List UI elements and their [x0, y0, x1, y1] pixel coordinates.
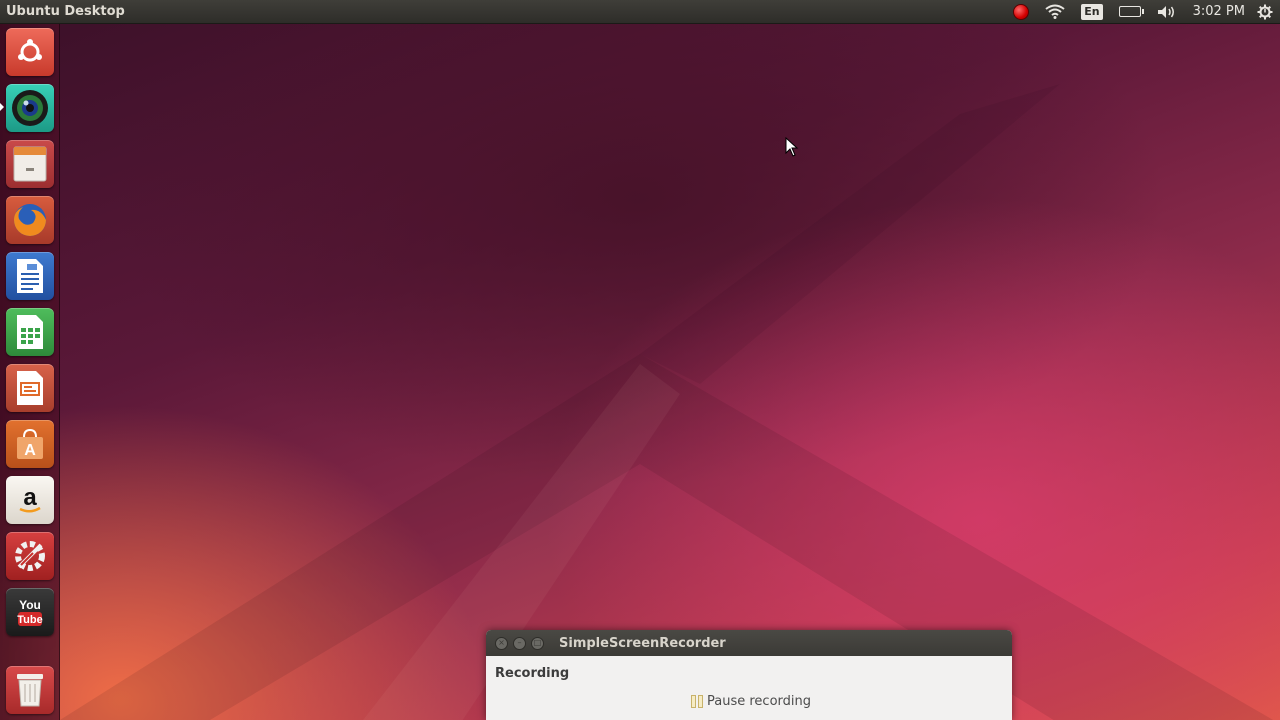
minimize-button[interactable]: –	[513, 636, 526, 650]
launcher-item-files[interactable]	[6, 140, 54, 188]
maximize-button[interactable]: □	[531, 636, 544, 650]
firefox-icon	[14, 204, 46, 236]
clock[interactable]: 3:02 PM	[1185, 4, 1253, 19]
ubuntu-logo-icon	[18, 39, 42, 62]
recorder-titlebar[interactable]: × – □ SimpleScreenRecorder	[486, 630, 1012, 656]
keyboard-layout-indicator[interactable]: En	[1073, 0, 1110, 24]
launcher-item-dash-home[interactable]	[6, 28, 54, 76]
session-menu[interactable]	[1253, 0, 1280, 24]
volume-icon	[1157, 5, 1174, 18]
launcher-item-libreoffice-writer[interactable]	[6, 252, 54, 300]
pause-recording-button[interactable]: Pause recording	[513, 689, 989, 713]
launcher-item-youtube[interactable]: You Tube	[6, 588, 54, 636]
svg-text:Tube: Tube	[17, 614, 42, 626]
shopping-bag-icon: A	[17, 428, 43, 459]
pause-icon	[691, 694, 703, 708]
launcher-item-firefox[interactable]	[6, 196, 54, 244]
recorder-window: × – □ SimpleScreenRecorder Recording Pau…	[486, 630, 1012, 720]
impress-presentation-icon	[17, 371, 43, 405]
close-button[interactable]: ×	[495, 636, 508, 650]
battery-indicator[interactable]	[1111, 0, 1149, 24]
recorder-window-title: SimpleScreenRecorder	[559, 635, 726, 651]
launcher-item-software-center[interactable]: A	[6, 420, 54, 468]
svg-text:You: You	[19, 598, 41, 612]
launcher-item-simplescreenrecorder[interactable]	[6, 84, 54, 132]
launcher-item-libreoffice-impress[interactable]	[6, 364, 54, 412]
panel-title: Ubuntu Desktop	[6, 4, 125, 19]
indicator-area: En 3:02 PM	[1005, 0, 1280, 24]
pause-recording-label: Pause recording	[707, 693, 811, 709]
recording-section-label: Recording	[495, 666, 570, 681]
launcher: A a You Tube	[0, 24, 60, 720]
recording-indicator-icon	[1013, 3, 1030, 20]
minimize-icon: –	[517, 638, 522, 647]
amazon-icon: a	[19, 484, 41, 513]
volume-indicator[interactable]	[1149, 0, 1185, 24]
close-icon: ×	[498, 638, 505, 647]
launcher-item-trash[interactable]	[6, 666, 54, 714]
top-panel: Ubuntu Desktop En 3:02 PM	[0, 0, 1280, 24]
calc-spreadsheet-icon	[17, 315, 43, 349]
keyboard-layout-label: En	[1081, 3, 1103, 20]
camera-lens-icon	[12, 90, 48, 126]
session-gear-icon	[1257, 4, 1273, 19]
writer-document-icon	[17, 259, 43, 293]
svg-text:A: A	[24, 442, 36, 459]
svg-text:a: a	[23, 484, 37, 511]
recording-indicator[interactable]	[1005, 0, 1037, 24]
mouse-cursor-icon	[785, 137, 799, 157]
maximize-icon: □	[533, 638, 542, 647]
wallpaper-x-shape	[60, 84, 1274, 720]
running-indicator	[0, 103, 4, 111]
launcher-item-amazon[interactable]: a	[6, 476, 54, 524]
recorder-body: Recording Pause recording	[486, 656, 1012, 720]
wifi-icon	[1045, 4, 1065, 19]
settings-tools-icon	[15, 541, 45, 571]
battery-icon	[1118, 6, 1144, 17]
launcher-item-libreoffice-calc[interactable]	[6, 308, 54, 356]
file-cabinet-icon	[13, 146, 47, 182]
wifi-indicator[interactable]	[1037, 0, 1073, 24]
launcher-item-system-settings[interactable]	[6, 532, 54, 580]
trash-icon	[17, 674, 43, 707]
youtube-icon: You Tube	[17, 598, 43, 626]
